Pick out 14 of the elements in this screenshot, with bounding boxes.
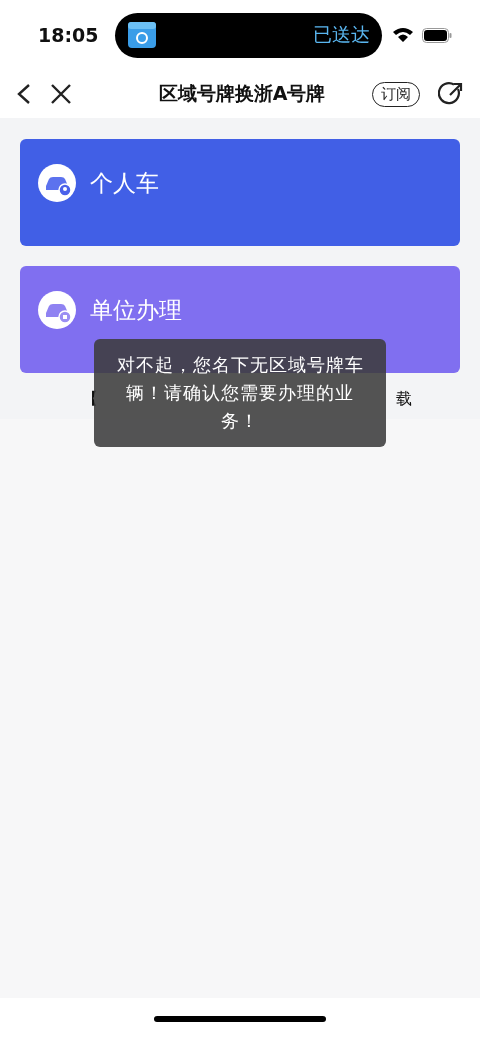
battery-icon [422,27,452,43]
wifi-icon [392,27,414,43]
close-icon[interactable] [50,83,72,105]
app-box-icon [127,21,157,49]
share-icon[interactable] [438,81,464,107]
subscribe-button[interactable]: 订阅 [372,81,420,107]
note-text: 载 [396,388,412,410]
page-title: 区域号牌换浙A号牌 [157,81,327,106]
island-status-text: 已送达 [313,22,370,47]
status-time: 18:05 [38,24,100,46]
car-icon [38,291,76,329]
back-icon[interactable] [16,83,32,105]
car-icon [38,164,76,202]
option-card[interactable]: 个人车 [20,139,460,246]
